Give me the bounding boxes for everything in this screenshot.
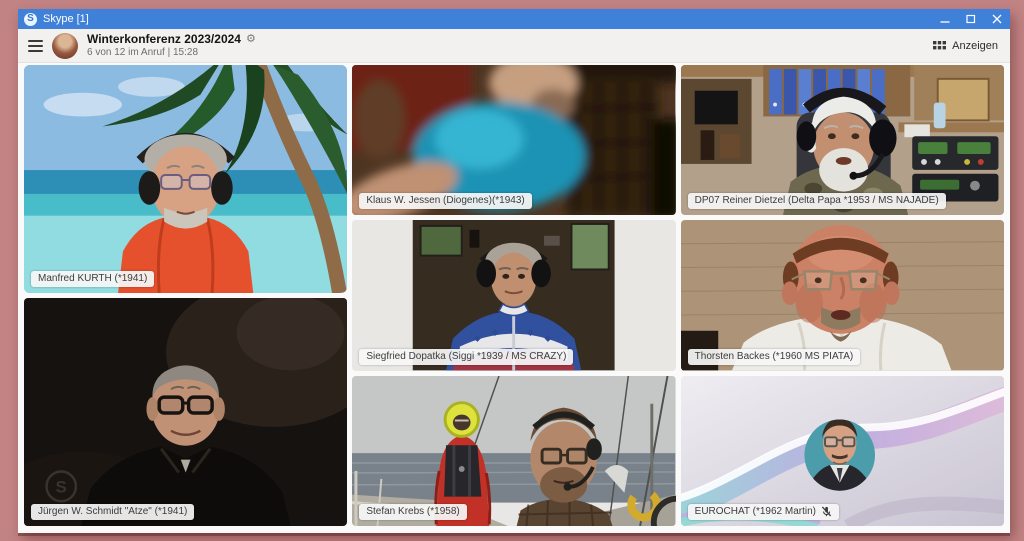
participant-name: EUROCHAT (*1962 Martin) [695,506,816,517]
gallery-grid-icon [933,39,946,52]
minimize-icon [940,14,950,24]
conference-title: Winterkonferenz 2023/2024 [87,32,241,46]
video-tile-eurochat[interactable]: EUROCHAT (*1962 Martin) [681,376,1004,526]
participant-name: DP07 Reiner Dietzel (Delta Papa *1953 / … [695,195,939,206]
participant-name: Stefan Krebs (*1958) [366,506,459,517]
video-tile-reiner[interactable]: DP07 Reiner Dietzel (Delta Papa *1953 / … [681,65,1004,215]
mic-muted-icon [821,506,832,517]
participant-name: Siegfried Dopatka (Siggi *1939 / MS CRAZ… [366,351,566,362]
video-tile-stefan[interactable]: Stefan Krebs (*1958) [352,376,675,526]
video-tile-juergen[interactable]: S Jürgen W. Schmidt "Atze" (*1941) [24,298,347,526]
participant-name: Klaus W. Jessen (Diogenes)(*1943) [366,195,524,206]
skype-watermark-icon: S [56,477,67,496]
window-title: Skype [1] [43,13,89,25]
participant-name-label: DP07 Reiner Dietzel (Delta Papa *1953 / … [688,193,946,209]
skype-window: S Skype [1] Winterkonferenz 2023/2024 ⚙ … [18,9,1010,533]
video-tile-thorsten[interactable]: Thorsten Backes (*1960 MS PIATA) [681,220,1004,370]
participant-name-label: Thorsten Backes (*1960 MS PIATA) [688,349,861,365]
participant-name-label: Stefan Krebs (*1958) [359,504,466,520]
participant-name: Manfred KURTH (*1941) [38,273,147,284]
conference-avatar[interactable] [52,33,78,59]
call-status: 6 von 12 im Anruf | 15:28 [87,47,256,59]
menu-button[interactable] [28,40,43,52]
view-button-label: Anzeigen [952,40,998,52]
close-icon [992,14,1002,24]
video-grid: Manfred KURTH (*1941) [18,63,1010,533]
participant-name: Thorsten Backes (*1960 MS PIATA) [695,351,854,362]
participant-name: Jürgen W. Schmidt "Atze" (*1941) [38,506,187,517]
video-tile-siegfried[interactable]: Siegfried Dopatka (Siggi *1939 / MS CRAZ… [352,220,675,370]
video-tile-manfred[interactable]: Manfred KURTH (*1941) [24,65,347,293]
minimize-button[interactable] [940,14,950,24]
participant-name-label: Siegfried Dopatka (Siggi *1939 / MS CRAZ… [359,349,573,365]
maximize-icon [966,14,976,24]
participant-name-label: Jürgen W. Schmidt "Atze" (*1941) [31,504,194,520]
gear-icon[interactable]: ⚙ [246,33,256,46]
participant-name-label: EUROCHAT (*1962 Martin) [688,504,839,520]
window-titlebar: S Skype [1] [18,9,1010,29]
manfred-video [24,65,347,293]
juergen-video: S [24,298,347,526]
call-header: Winterkonferenz 2023/2024 ⚙ 6 von 12 im … [18,29,1010,63]
close-button[interactable] [992,14,1002,24]
maximize-button[interactable] [966,14,976,24]
video-tile-klaus[interactable]: Klaus W. Jessen (Diogenes)(*1943) [352,65,675,215]
participant-name-label: Klaus W. Jessen (Diogenes)(*1943) [359,193,531,209]
skype-logo-icon: S [24,13,37,26]
view-button[interactable]: Anzeigen [933,39,998,52]
participant-name-label: Manfred KURTH (*1941) [31,271,154,287]
